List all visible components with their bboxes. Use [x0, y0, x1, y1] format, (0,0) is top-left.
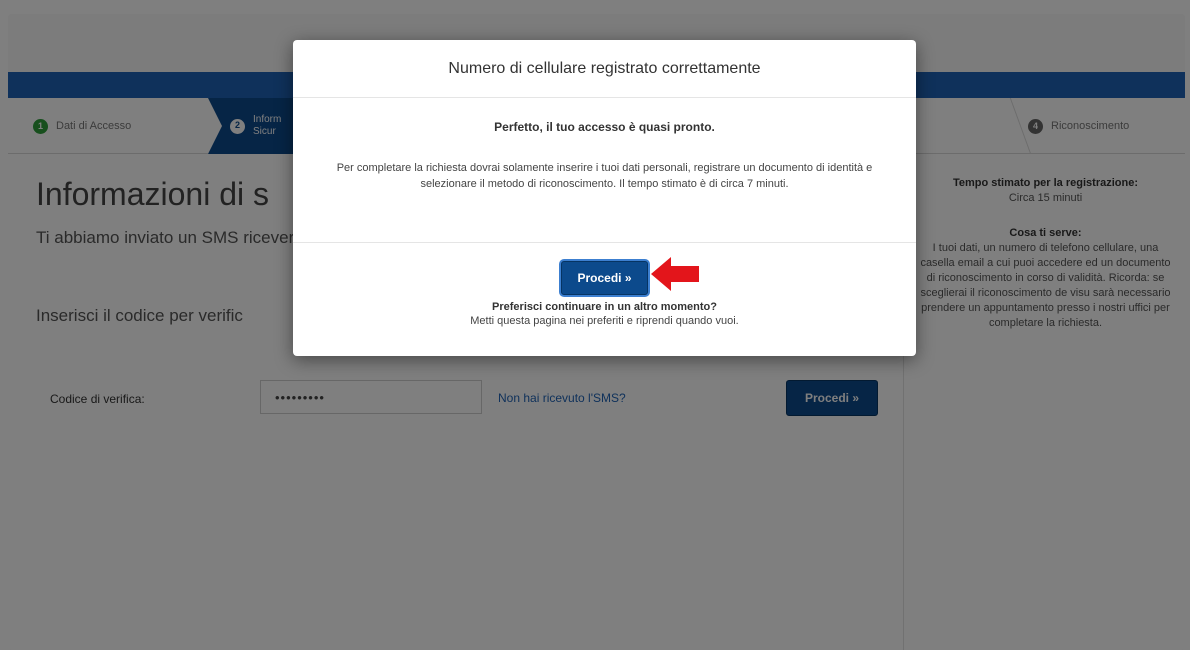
- modal-header: Numero di cellulare registrato correttam…: [293, 40, 916, 98]
- modal-body: Perfetto, il tuo accesso è quasi pronto.…: [293, 98, 916, 243]
- modal-title: Numero di cellulare registrato correttam…: [448, 59, 761, 77]
- red-arrow-icon: [651, 257, 699, 291]
- modal-text: Per completare la richiesta dovrai solam…: [336, 162, 873, 190]
- later-question: Preferisci continuare in un altro moment…: [492, 301, 717, 313]
- confirmation-modal: Numero di cellulare registrato correttam…: [293, 40, 916, 356]
- modal-proceed-button[interactable]: Procedi »: [561, 261, 648, 295]
- modal-footer: Procedi » Preferisci continuare in un al…: [293, 243, 916, 327]
- modal-lead: Perfetto, il tuo accesso è quasi pronto.: [494, 120, 715, 134]
- later-text: Metti questa pagina nei preferiti e ripr…: [470, 315, 739, 327]
